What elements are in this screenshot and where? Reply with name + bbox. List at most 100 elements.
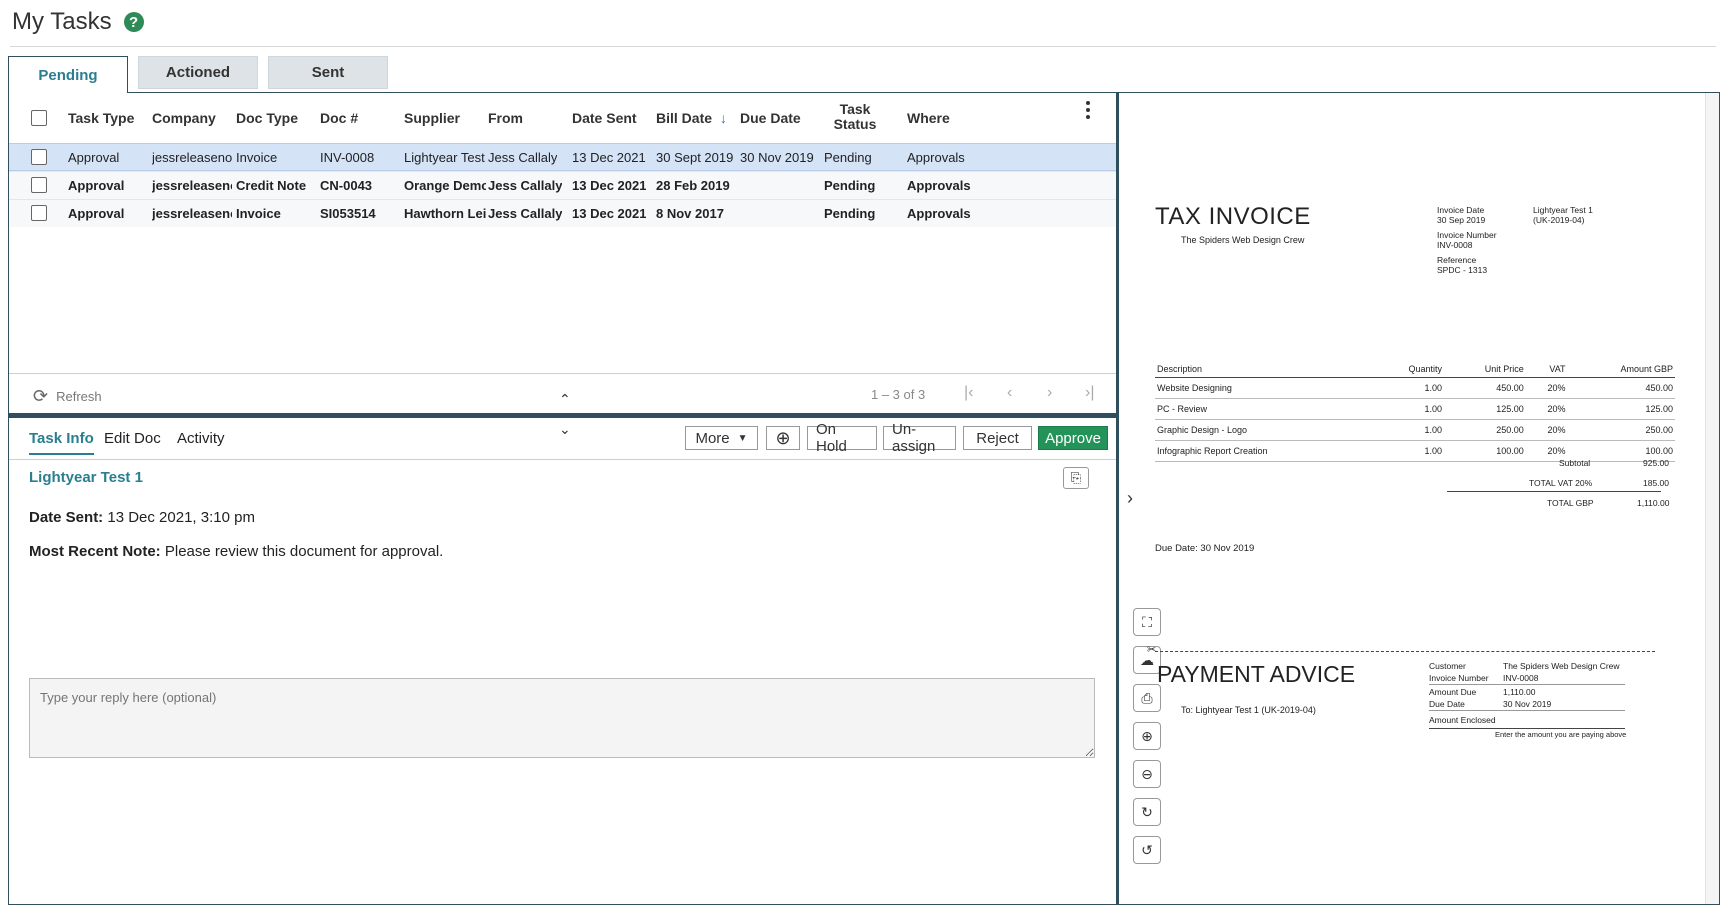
scissors-icon: ✂ [1147,644,1157,656]
reject-button[interactable]: Reject [963,426,1032,450]
pa-due-value: 30 Nov 2019 [1503,699,1552,709]
col-task-type[interactable]: Task Type [68,110,134,126]
pa-amount-due-label: Amount Due [1429,686,1477,697]
refresh-button[interactable]: ⟳ Refresh [33,386,102,407]
first-page-icon[interactable]: |‹ [964,384,973,402]
invoice-line: Website Designing 1.00 450.00 20% 450.00 [1155,377,1675,399]
col-company[interactable]: Company [152,110,216,126]
line-description: PC - Review [1155,398,1373,420]
line-quantity: 1.00 [1372,398,1444,420]
invoice-number: INV-0008 [1437,240,1473,250]
subtotal-value: 925.00 [1643,458,1669,468]
line-quantity: 1.00 [1372,377,1444,399]
col-bill-date[interactable]: Bill Date ↓ [656,110,727,126]
th-vat: VAT [1525,361,1568,378]
unassign-button[interactable]: Un-assign [883,421,956,455]
recent-note-value: Please review this document for approval… [164,543,444,560]
more-button[interactable]: More ▼ [685,426,758,450]
column-menu-icon[interactable] [1085,101,1091,119]
cell-date-sent: 13 Dec 2021 [572,206,647,221]
pa-invoice-row: Invoice Number INV-0008 [1429,672,1625,685]
col-doc-type[interactable]: Doc Type [236,110,298,126]
cell-doc-number: INV-0008 [320,150,375,165]
approve-button[interactable]: Approve [1038,426,1108,450]
row-checkbox[interactable] [31,149,47,165]
line-amount: 250.00 [1567,419,1675,441]
cell-company: jessreleaseno… [152,178,232,193]
cell-company: jessreleaseno… [152,206,232,221]
line-quantity: 1.00 [1372,440,1444,462]
cell-doc-type: Invoice [236,206,281,221]
collapse-up-icon[interactable]: ⌃ [559,391,571,408]
date-sent-line: Date Sent: 13 Dec 2021, 3:10 pm [29,509,255,526]
tab-task-info[interactable]: Task Info [29,430,94,455]
col-due-date[interactable]: Due Date [740,110,801,126]
cell-supplier: Orange Demo … [404,178,486,193]
col-where[interactable]: Where [907,110,950,126]
attachment-paperclip-icon[interactable]: ⎘ [1063,467,1089,489]
table-row[interactable]: Approval jessreleasenot… Invoice INV-000… [9,143,1117,171]
grid-header: Task Type Company Doc Type Doc # Supplie… [9,93,1117,143]
col-supplier[interactable]: Supplier [404,110,460,126]
line-quantity: 1.00 [1372,419,1444,441]
tab-actioned[interactable]: Actioned [138,56,258,89]
line-vat: 20% [1525,419,1568,441]
payment-advice-details: Customer The Spiders Web Design Crew Inv… [1429,659,1625,729]
tab-sent[interactable]: Sent [268,56,388,89]
totals-rule [1447,491,1661,492]
viewer-scrollbar[interactable] [1705,93,1719,904]
next-page-icon[interactable]: › [1047,384,1052,402]
total-gbp-label: TOTAL GBP [1547,498,1594,508]
supplier-name: Lightyear Test 1 [29,469,143,486]
col-doc-number[interactable]: Doc # [320,110,358,126]
task-list-panel: Task Type Company Doc Type Doc # Supplie… [8,92,1117,905]
task-tabs: Pending Actioned Sent [8,56,398,93]
select-all-checkbox[interactable] [31,110,47,126]
cell-doc-number: SI053514 [320,206,376,221]
refresh-icon: ⟳ [33,386,49,406]
tab-pending[interactable]: Pending [8,56,128,93]
col-from[interactable]: From [488,110,523,126]
line-vat: 20% [1525,398,1568,420]
date-sent-value: 13 Dec 2021, 3:10 pm [107,509,255,526]
cell-due-date: 30 Nov 2019 [740,150,814,165]
cut-line [1155,651,1655,652]
cell-company: jessreleasenot… [152,150,232,165]
pa-due-row: Due Date 30 Nov 2019 [1429,698,1625,711]
previous-page-icon[interactable]: ‹ [1007,384,1012,402]
cell-task-type: Approval [68,178,125,193]
row-checkbox[interactable] [31,205,47,221]
th-description: Description [1155,361,1373,378]
document-viewer-panel: › ⛶ ☁ ⎙ ⊕ ⊖ ↻ ↺ TAX INVOICE The Spiders … [1116,92,1720,905]
help-question-icon[interactable]: ? [123,12,144,32]
table-row[interactable]: Approval jessreleaseno… Credit Note CN-0… [9,171,1117,199]
reference-label: Reference [1437,255,1477,265]
reply-textarea[interactable] [29,678,1095,758]
tab-edit-doc[interactable]: Edit Doc [104,430,161,447]
assign-user-button[interactable]: ⊕ [766,426,800,450]
row-checkbox[interactable] [31,177,47,193]
total-gbp-value: 1,110.00 [1637,498,1670,508]
cell-bill-date: 28 Feb 2019 [656,178,730,193]
last-page-icon[interactable]: ›| [1085,384,1094,402]
col-date-sent[interactable]: Date Sent [572,110,637,126]
invoice-line: Graphic Design - Logo 1.00 250.00 20% 25… [1155,419,1675,441]
invoice-lines-table: Description Quantity Unit Price VAT Amou… [1155,361,1675,462]
pa-customer-label: Customer [1429,660,1466,671]
table-row[interactable]: Approval jessreleaseno… Invoice SI053514… [9,199,1117,227]
line-amount: 450.00 [1567,377,1675,399]
chevron-down-icon: ▼ [737,432,748,444]
tab-activity[interactable]: Activity [177,430,225,447]
line-unit-price: 100.00 [1444,440,1526,462]
cell-where: Approvals [907,206,971,221]
cell-from: Jess Callaly [488,178,563,193]
expand-panel-icon[interactable]: › [1127,488,1133,509]
on-hold-button[interactable]: On Hold [807,421,877,455]
cell-date-sent: 13 Dec 2021 [572,178,647,193]
pa-invoice-label: Invoice Number [1429,673,1489,683]
total-vat-value: 185.00 [1643,478,1669,488]
subtotal-label: Subtotal [1559,458,1591,468]
user-circle-icon: ⊕ [775,427,791,448]
col-task-status[interactable]: Task Status [823,102,887,132]
cell-from: Jess Callaly [488,206,563,221]
